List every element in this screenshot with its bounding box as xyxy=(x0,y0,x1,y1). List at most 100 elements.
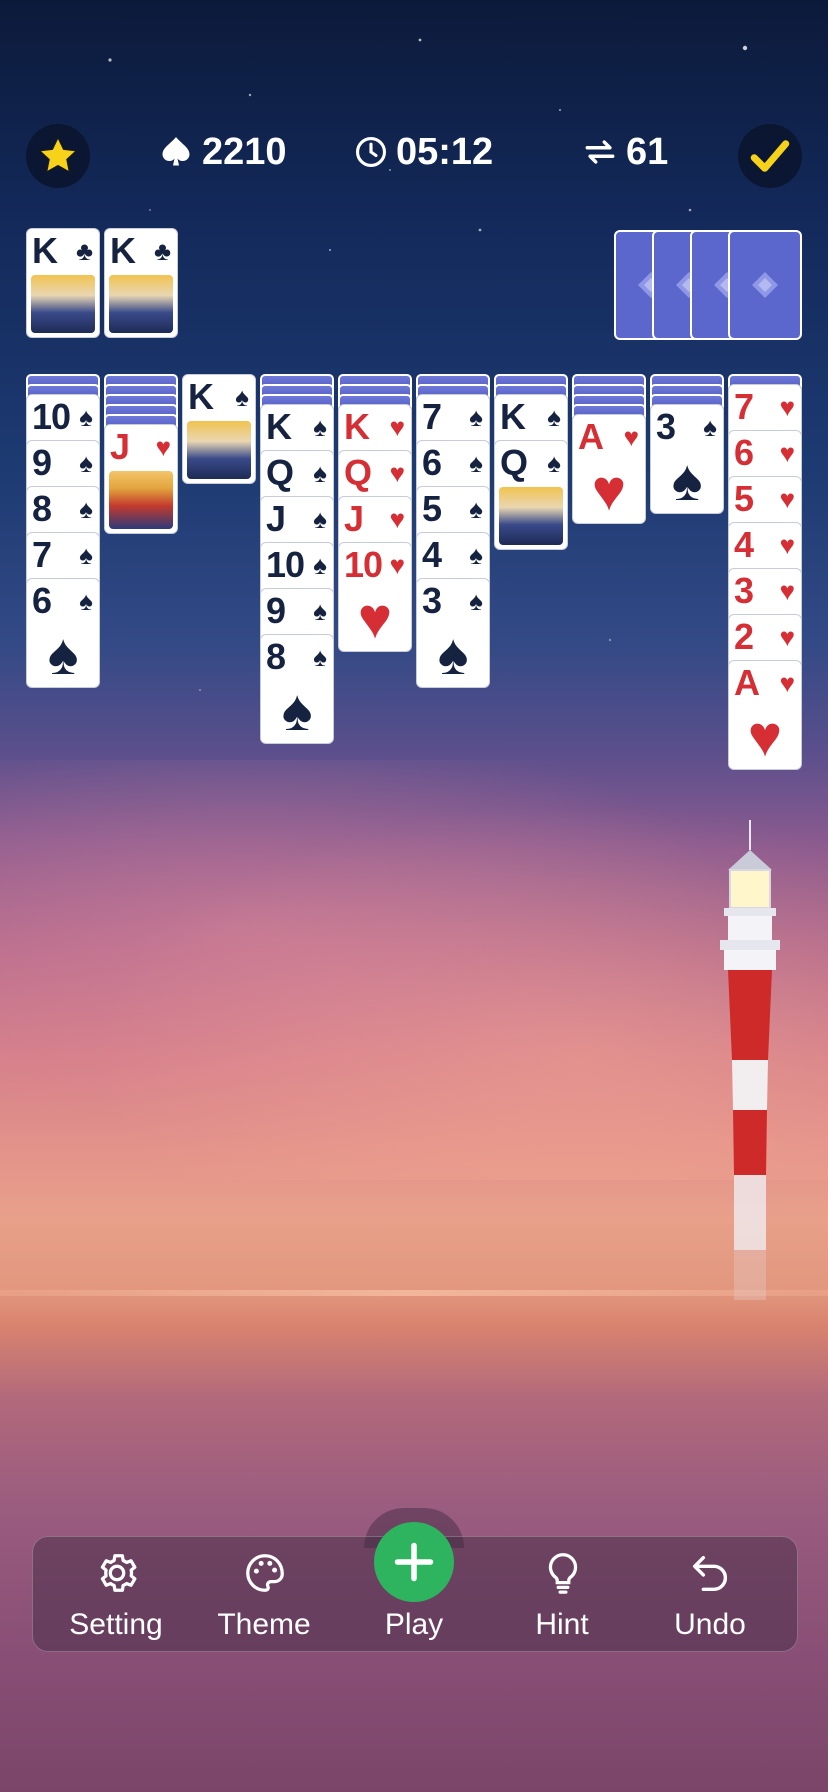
heart-icon: ♥ xyxy=(155,432,171,462)
club-icon: ♣ xyxy=(153,236,171,266)
heart-icon: ♥ xyxy=(779,668,795,698)
timer-display: 05:12 xyxy=(354,130,493,174)
spade-icon: ♠ xyxy=(79,586,93,616)
spade-pip-icon: ♠ xyxy=(281,678,313,743)
score-display: 2210 xyxy=(158,130,287,174)
card[interactable]: K ♣ xyxy=(104,228,178,338)
card-rank: 6 xyxy=(422,442,442,483)
card-rank: 7 xyxy=(422,396,442,437)
starry-sky xyxy=(58,38,772,691)
spade-icon: ♠ xyxy=(79,402,93,432)
game-screen: 2210 05:12 61 Setting Theme Play Hint Un… xyxy=(0,0,828,1792)
card[interactable]: 8 ♠ ♠ xyxy=(260,634,334,744)
card-rank: 10 xyxy=(266,544,305,585)
spade-pip-icon: ♠ xyxy=(47,622,79,687)
card[interactable]: K ♠ xyxy=(182,374,256,484)
spade-icon: ♠ xyxy=(547,448,561,478)
card-rank: 6 xyxy=(734,432,754,473)
card-rank: K xyxy=(500,396,526,437)
spade-icon: ♠ xyxy=(469,402,483,432)
heart-icon: ♥ xyxy=(389,458,405,488)
card[interactable]: J ♥ xyxy=(104,424,178,534)
card[interactable]: 10 ♥ ♥ xyxy=(338,542,412,652)
card-rank: 7 xyxy=(32,534,52,575)
heart-icon: ♥ xyxy=(779,530,795,560)
card-rank: 3 xyxy=(422,580,442,621)
card-rank: 10 xyxy=(32,396,71,437)
undo-button[interactable]: Undo xyxy=(650,1548,770,1648)
setting-button[interactable]: Setting xyxy=(56,1548,176,1648)
spade-icon: ♠ xyxy=(469,586,483,616)
spade-icon xyxy=(162,137,190,166)
card-rank: 9 xyxy=(266,590,286,631)
star-icon xyxy=(38,136,78,174)
spade-pip-icon: ♠ xyxy=(671,448,703,513)
spade-icon: ♠ xyxy=(79,494,93,524)
card-rank: 3 xyxy=(734,570,754,611)
face-card-portrait xyxy=(31,275,95,333)
card[interactable]: A ♥ ♥ xyxy=(728,660,802,770)
hint-button[interactable]: Hint xyxy=(502,1548,622,1648)
spade-icon: ♠ xyxy=(79,540,93,570)
card-rank: 6 xyxy=(32,580,52,621)
card-rank: 8 xyxy=(32,488,52,529)
clock-icon xyxy=(355,136,387,168)
face-card-portrait xyxy=(499,487,563,545)
card-rank: J xyxy=(110,426,130,467)
card-rank: K xyxy=(188,376,214,417)
daily-challenge-button[interactable] xyxy=(738,124,802,188)
card-rank: 3 xyxy=(656,406,676,447)
theme-button[interactable]: Theme xyxy=(204,1548,324,1648)
card-rank: Q xyxy=(500,442,528,483)
gear-icon xyxy=(100,1554,137,1592)
spade-icon: ♠ xyxy=(313,504,327,534)
heart-icon: ♥ xyxy=(779,576,795,606)
card-rank: K xyxy=(110,230,136,271)
spade-icon: ♠ xyxy=(469,540,483,570)
card-rank: 9 xyxy=(32,442,52,483)
heart-icon: ♥ xyxy=(779,484,795,514)
card[interactable]: A ♥ ♥ xyxy=(572,414,646,524)
spade-icon: ♠ xyxy=(469,494,483,524)
heart-pip-icon: ♥ xyxy=(357,586,393,651)
spade-icon: ♠ xyxy=(703,412,717,442)
lightbulb-icon xyxy=(548,1553,578,1594)
card-rank: 2 xyxy=(734,616,754,657)
card-rank: A xyxy=(734,662,760,703)
card[interactable]: 3 ♠ ♠ xyxy=(650,404,724,514)
score-value: 2210 xyxy=(202,130,287,173)
heart-icon: ♥ xyxy=(779,622,795,652)
card[interactable]: Q ♠ xyxy=(494,440,568,550)
play-label-wrap[interactable]: Play xyxy=(354,1548,474,1648)
achievements-button[interactable] xyxy=(26,124,90,188)
card-rank: 7 xyxy=(734,386,754,427)
check-icon xyxy=(750,140,790,172)
timer-value: 05:12 xyxy=(396,130,494,173)
heart-icon: ♥ xyxy=(779,438,795,468)
card-rank: J xyxy=(344,498,364,539)
club-icon: ♣ xyxy=(75,236,93,266)
face-card-portrait xyxy=(109,275,173,333)
spade-icon: ♠ xyxy=(235,382,249,412)
swap-arrows-icon xyxy=(585,140,615,164)
top-bar: 2210 05:12 61 xyxy=(0,120,828,192)
card[interactable]: 3 ♠ ♠ xyxy=(416,578,490,688)
spade-icon: ♠ xyxy=(547,402,561,432)
card-rank: K xyxy=(344,406,370,447)
heart-icon: ♥ xyxy=(779,392,795,422)
lighthouse-illustration xyxy=(720,820,780,1300)
card[interactable]: 6 ♠ ♠ xyxy=(26,578,100,688)
card-rank: Q xyxy=(266,452,294,493)
card-rank: Q xyxy=(344,452,372,493)
theme-label: Theme xyxy=(217,1608,311,1641)
card[interactable]: K ♣ xyxy=(26,228,100,338)
setting-label: Setting xyxy=(69,1608,163,1641)
card-rank: 10 xyxy=(344,544,383,585)
card-rank: 5 xyxy=(734,478,754,519)
heart-icon: ♥ xyxy=(389,550,405,580)
card-rank: 8 xyxy=(266,636,286,677)
stock-card-back[interactable] xyxy=(728,230,802,340)
moves-display: 61 xyxy=(582,130,668,174)
card-rank: 5 xyxy=(422,488,442,529)
spade-icon: ♠ xyxy=(313,412,327,442)
